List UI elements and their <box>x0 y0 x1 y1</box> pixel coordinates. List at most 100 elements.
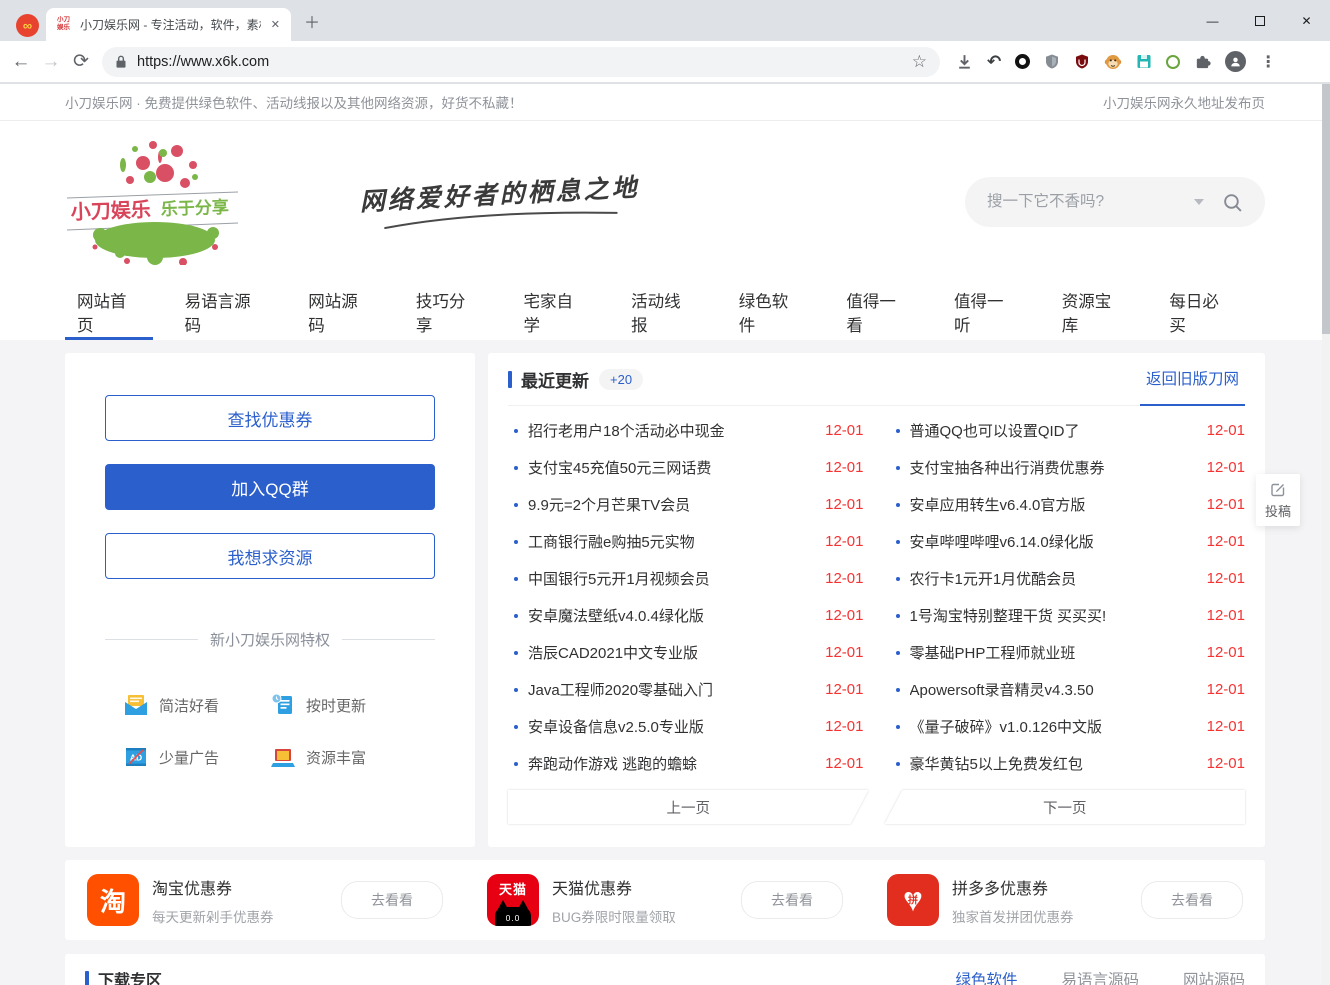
page-scrollbar[interactable] <box>1322 84 1330 985</box>
nav-item-site-source[interactable]: 网站源码 <box>296 283 384 340</box>
pinduoduo-icon: ♥ 拼 <box>887 874 939 926</box>
list-item[interactable]: 工商银行融e购抽5元实物12-01 <box>508 523 864 560</box>
nav-item-activities[interactable]: 活动线报 <box>619 283 707 340</box>
scrollbar-thumb[interactable] <box>1322 84 1330 334</box>
save-extension-icon[interactable] <box>1136 53 1152 70</box>
join-qq-group-button[interactable]: 加入QQ群 <box>105 464 435 510</box>
coupon-desc: 独家首发拼团优惠券 <box>952 906 1074 926</box>
bullet-icon <box>514 577 518 581</box>
next-page-button[interactable]: 下一页 <box>885 790 1246 824</box>
list-item[interactable]: 浩辰CAD2021中文专业版12-01 <box>508 634 864 671</box>
browser-tab[interactable]: 小刀娱乐 小刀娱乐网 - 专注活动，软件，素材 ✕ <box>46 8 291 41</box>
list-item[interactable]: 安卓设备信息v2.5.0专业版12-01 <box>508 708 864 745</box>
nav-item-daily-buy[interactable]: 每日必买 <box>1157 283 1245 340</box>
list-item[interactable]: 《量子破碎》v1.0.126中文版12-01 <box>890 708 1246 745</box>
site-favicon-icon: 小刀娱乐 <box>55 16 72 33</box>
list-item[interactable]: 豪华黄钻5以上免费发红包12-01 <box>890 745 1246 782</box>
list-item[interactable]: 奔跑动作游戏 逃跑的蟾蜍12-01 <box>508 745 864 782</box>
nav-item-worth-watching[interactable]: 值得一看 <box>834 283 922 340</box>
list-item[interactable]: 支付宝45充值50元三网话费12-01 <box>508 449 864 486</box>
edit-icon <box>1270 481 1286 497</box>
ublock-icon[interactable] <box>1074 53 1090 70</box>
updates-lists: 招行老用户18个活动必中现金12-01 支付宝45充值50元三网话费12-01 … <box>508 406 1245 782</box>
extensions-puzzle-icon[interactable] <box>1194 53 1211 70</box>
tampermonkey-icon[interactable] <box>1104 53 1122 71</box>
list-item[interactable]: 招行老用户18个活动必中现金12-01 <box>508 412 864 449</box>
download-section-title: 下载专区 <box>98 967 162 985</box>
search-icon[interactable] <box>1222 192 1243 213</box>
bullet-icon <box>514 429 518 433</box>
download-tab-green-software[interactable]: 绿色软件 <box>955 968 1017 985</box>
reload-button[interactable]: ⟳ <box>66 50 96 73</box>
forward-button[interactable]: → <box>36 51 66 73</box>
nav-item-tips[interactable]: 技巧分享 <box>404 283 492 340</box>
list-item[interactable]: 中国银行5元开1月视频会员12-01 <box>508 560 864 597</box>
recent-updates-card: 最近更新 +20 返回旧版刀网 招行老用户18个活动必中现金12-01 支付宝4… <box>488 353 1265 847</box>
list-item[interactable]: 1号淘宝特别整理干货 买买买!12-01 <box>890 597 1246 634</box>
download-tab-site-source[interactable]: 网站源码 <box>1183 968 1245 985</box>
browser-profile-icon[interactable]: ∞ <box>16 14 39 37</box>
list-item[interactable]: 普通QQ也可以设置QID了12-01 <box>890 412 1246 449</box>
address-bar[interactable]: https://www.x6k.com ☆ <box>102 47 940 77</box>
document-clock-icon <box>270 692 296 718</box>
bullet-icon <box>514 651 518 655</box>
list-item[interactable]: 支付宝抽各种出行消费优惠券12-01 <box>890 449 1246 486</box>
bullet-icon <box>896 614 900 618</box>
new-tab-button[interactable]: ＋ <box>304 9 320 33</box>
darkmode-extension-icon[interactable] <box>1015 54 1030 69</box>
undo-extension-icon[interactable]: ↶ <box>987 53 1001 70</box>
list-item[interactable]: 安卓应用转生v6.4.0官方版12-01 <box>890 486 1246 523</box>
taobao-coupon: 淘 淘宝优惠券 每天更新剁手优惠券 去看看 <box>65 874 465 926</box>
logo-splatter-icon: 小刀娱乐 乐于分享 <box>65 135 240 265</box>
privilege-divider: 新小刀娱乐网特权 <box>105 629 435 650</box>
list-item[interactable]: 零基础PHP工程师就业班12-01 <box>890 634 1246 671</box>
shield-extension-icon[interactable] <box>1044 53 1060 70</box>
url-text[interactable]: https://www.x6k.com <box>137 54 902 70</box>
list-item[interactable]: Apowersoft录音精灵v4.3.5012-01 <box>890 671 1246 708</box>
submit-post-button[interactable]: 投稿 <box>1256 474 1300 526</box>
tab-title: 小刀娱乐网 - 专注活动，软件，素材 <box>80 16 261 33</box>
feature-list: 简洁好看 按时更新 AD 少量广告 资源丰富 <box>105 692 435 770</box>
bullet-icon <box>896 688 900 692</box>
logo-title: 小刀娱乐 <box>70 198 151 224</box>
tmall-go-button[interactable]: 去看看 <box>741 881 843 919</box>
bookmark-star-icon[interactable]: ☆ <box>912 53 927 70</box>
back-button[interactable]: ← <box>6 51 36 73</box>
nav-item-home[interactable]: 网站首页 <box>65 283 153 340</box>
download-tab-yuyan-source[interactable]: 易语言源码 <box>1061 968 1139 985</box>
sidebar-card: 查找优惠券 加入QQ群 我想求资源 新小刀娱乐网特权 简洁好看 按时更新 <box>65 353 475 847</box>
bullet-icon <box>514 466 518 470</box>
list-item[interactable]: Java工程师2020零基础入门12-01 <box>508 671 864 708</box>
search-input[interactable] <box>987 193 1194 211</box>
request-resource-button[interactable]: 我想求资源 <box>105 533 435 579</box>
permanent-address-link[interactable]: 小刀娱乐网永久地址发布页 <box>1103 92 1265 112</box>
maximize-button[interactable] <box>1236 0 1283 41</box>
list-item[interactable]: 安卓哔哩哔哩v6.14.0绿化版12-01 <box>890 523 1246 560</box>
list-item[interactable]: 9.9元=2个月芒果TV会员12-01 <box>508 486 864 523</box>
close-button[interactable]: ✕ <box>1283 0 1330 41</box>
nav-item-selfstudy[interactable]: 宅家自学 <box>511 283 599 340</box>
search-category-caret-icon[interactable] <box>1194 199 1204 205</box>
find-coupon-button[interactable]: 查找优惠券 <box>105 395 435 441</box>
list-item[interactable]: 安卓魔法壁纸v4.0.4绿化版12-01 <box>508 597 864 634</box>
title-accent-bar <box>85 971 89 985</box>
download-icon[interactable] <box>956 53 973 70</box>
browser-menu-icon[interactable]: ⋮ <box>1260 52 1276 72</box>
old-version-link[interactable]: 返回旧版刀网 <box>1140 353 1245 406</box>
profile-avatar-icon[interactable] <box>1225 51 1246 72</box>
taobao-go-button[interactable]: 去看看 <box>341 881 443 919</box>
site-logo[interactable]: 小刀娱乐 乐于分享 <box>65 135 265 270</box>
nav-item-yuyan-source[interactable]: 易语言源码 <box>173 283 277 340</box>
minimize-button[interactable]: — <box>1189 0 1236 41</box>
prev-page-button[interactable]: 上一页 <box>508 790 869 824</box>
tab-close-icon[interactable]: ✕ <box>269 16 282 33</box>
pinduoduo-go-button[interactable]: 去看看 <box>1141 881 1243 919</box>
nav-item-green-software[interactable]: 绿色软件 <box>727 283 815 340</box>
list-item[interactable]: 农行卡1元开1月优酷会员12-01 <box>890 560 1246 597</box>
bullet-icon <box>514 503 518 507</box>
sync-extension-icon[interactable] <box>1166 55 1180 69</box>
feature-label: 少量广告 <box>159 747 219 768</box>
web-page: 小刀娱乐网 · 免费提供绿色软件、活动线报以及其他网络资源，好货不私藏！ 小刀娱… <box>0 84 1330 985</box>
nav-item-resource-treasury[interactable]: 资源宝库 <box>1050 283 1138 340</box>
nav-item-worth-listening[interactable]: 值得一听 <box>942 283 1030 340</box>
